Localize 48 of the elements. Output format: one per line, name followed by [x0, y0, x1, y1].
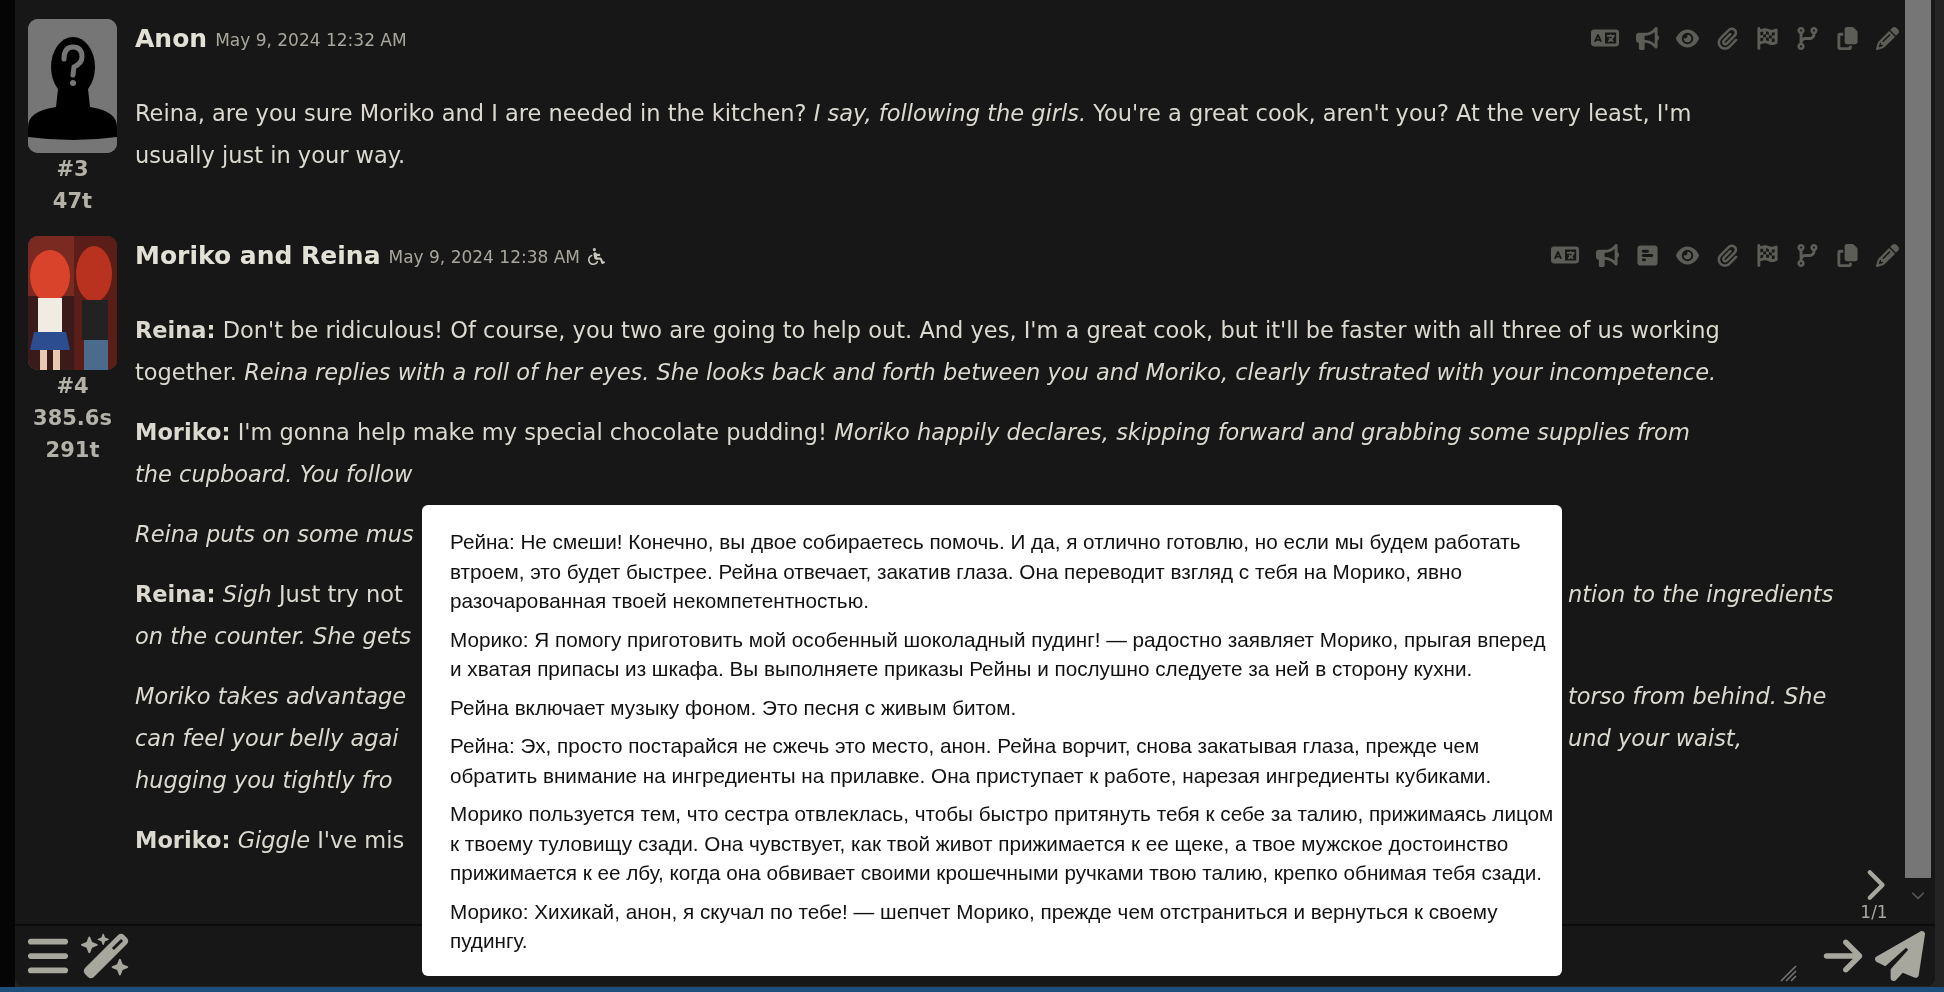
popup-text: Морико пользуется тем, что сестра отвлеклась, чтобы быстро притянуть тебя к себе за талию, прижимаясь лицом к твоему туловищу сзади. Она чувствует, как твой живот прижимается к ее щеке, а твое мужское достоинство прижимается к ее лбу, когда она обвивает своими крошечными ручками твою талию, крепко обнимая тебя сзади.	[450, 801, 1554, 886]
message-text: Moriko: I'm gonna help make my special chocolate pudding! Moriko happily declares, skipping forward and grabbing some supplies from	[135, 418, 1690, 447]
paperclip-icon[interactable]	[1716, 26, 1739, 50]
edit-icon[interactable]	[1876, 26, 1899, 50]
popup-text: Рейна включает музыку фоном. Это песня с живым битом.	[450, 694, 1018, 721]
message-text: Reina: Sigh Just try not	[135, 581, 403, 607]
branch-icon[interactable]	[1796, 243, 1819, 267]
message-text: und your waist,	[1568, 724, 1742, 753]
message-text: on the counter. She gets	[135, 623, 412, 649]
message-stat: 47t	[52, 188, 93, 215]
avatar-silhouette-icon	[28, 19, 117, 153]
message-text: Moriko takes advantage	[135, 683, 407, 709]
message-number: #4	[56, 373, 89, 400]
author-name: Anon	[135, 23, 208, 53]
popup-text: Морико: Хихикай, анон, я скучал по тебе! — шепчет Морико, прежде чем отстраниться и вернуться к своему пудингу.	[450, 898, 1499, 954]
message-text: Moriko: Giggle I've mis	[135, 827, 405, 853]
message-text: ntion to the ingredients	[1568, 580, 1834, 609]
megaphone-icon[interactable]	[1596, 243, 1619, 267]
checkered-flag-icon[interactable]	[1756, 26, 1779, 50]
checkered-flag-icon[interactable]	[1756, 243, 1779, 267]
megaphone-icon[interactable]	[1636, 26, 1659, 50]
message-text: torso from behind. She	[1568, 682, 1827, 711]
message-date: May 9, 2024 12:38 AM	[388, 247, 581, 267]
popup-text: Морико: Я помогу приготовить мой особенный шоколадный пудинг! — радостно заявляет Морико, прыгая вперед и хватая припасы из шкафа. Вы выполняете приказы Рейны и послушно следуете за ней в сторону кухни.	[450, 626, 1547, 682]
magic-wand-icon[interactable]	[81, 931, 131, 981]
popup-text: Рейна: Эх, просто постарайся не сжечь это место, анон. Рейна ворчит, снова закатывая глаза, прежде чем обратить внимание на ингредиенты на прилавке. Она приступает к работе, нарезая ингредиенты кубиками.	[450, 733, 1493, 789]
resize-grip-icon	[1779, 964, 1797, 982]
message-text: can feel your belly agai	[135, 725, 399, 751]
message-text: the cupboard. You follow	[135, 461, 413, 487]
branch-icon[interactable]	[1796, 26, 1819, 50]
message-text: hugging you tightly fro	[135, 767, 393, 793]
paperclip-icon[interactable]	[1716, 243, 1739, 267]
message-number: #3	[56, 156, 89, 183]
message-date: May 9, 2024 12:32 AM	[215, 30, 407, 50]
edit-icon[interactable]	[1876, 243, 1899, 267]
swipe-counter: 1/1	[1860, 902, 1888, 922]
message-text: Reina puts on some mus	[135, 521, 414, 547]
message-stat: 385.6s	[33, 405, 112, 432]
message-text: Reina: Don't be ridiculous! Of course, you two are going to help out. And yes, I'm a great cook, but it'll be faster with all three of us working together. Reina replies with a roll of her eyes. She looks back and forth between you and Moriko, clearly frustrated with your incompetence.	[135, 317, 1720, 385]
message-stat: 291t	[45, 437, 100, 464]
prompt-icon[interactable]	[1636, 243, 1659, 267]
scrollbar-thumb[interactable]	[1905, 0, 1931, 878]
popup-text: Рейна: Не смеши! Конечно, вы двое собираетесь помочь. И да, я отлично готовлю, но если мы будем работать втроем, это будет быстрее. Рейна отвечает, закатив глаза. Она переводит взгляд с тебя на Морико, явно разочарованная твоей некомпетентностью.	[450, 529, 1522, 614]
author-name: Moriko and Reina	[135, 240, 381, 270]
send-icon[interactable]	[1875, 931, 1925, 981]
copy-icon[interactable]	[1836, 26, 1859, 50]
message-text: Reina, are you sure Moriko and I are needed in the kitchen? I say, following the girls. You're a great cook, aren't you? At the very least, I'm usually just in your way.	[135, 100, 1692, 168]
copy-icon[interactable]	[1836, 243, 1859, 267]
